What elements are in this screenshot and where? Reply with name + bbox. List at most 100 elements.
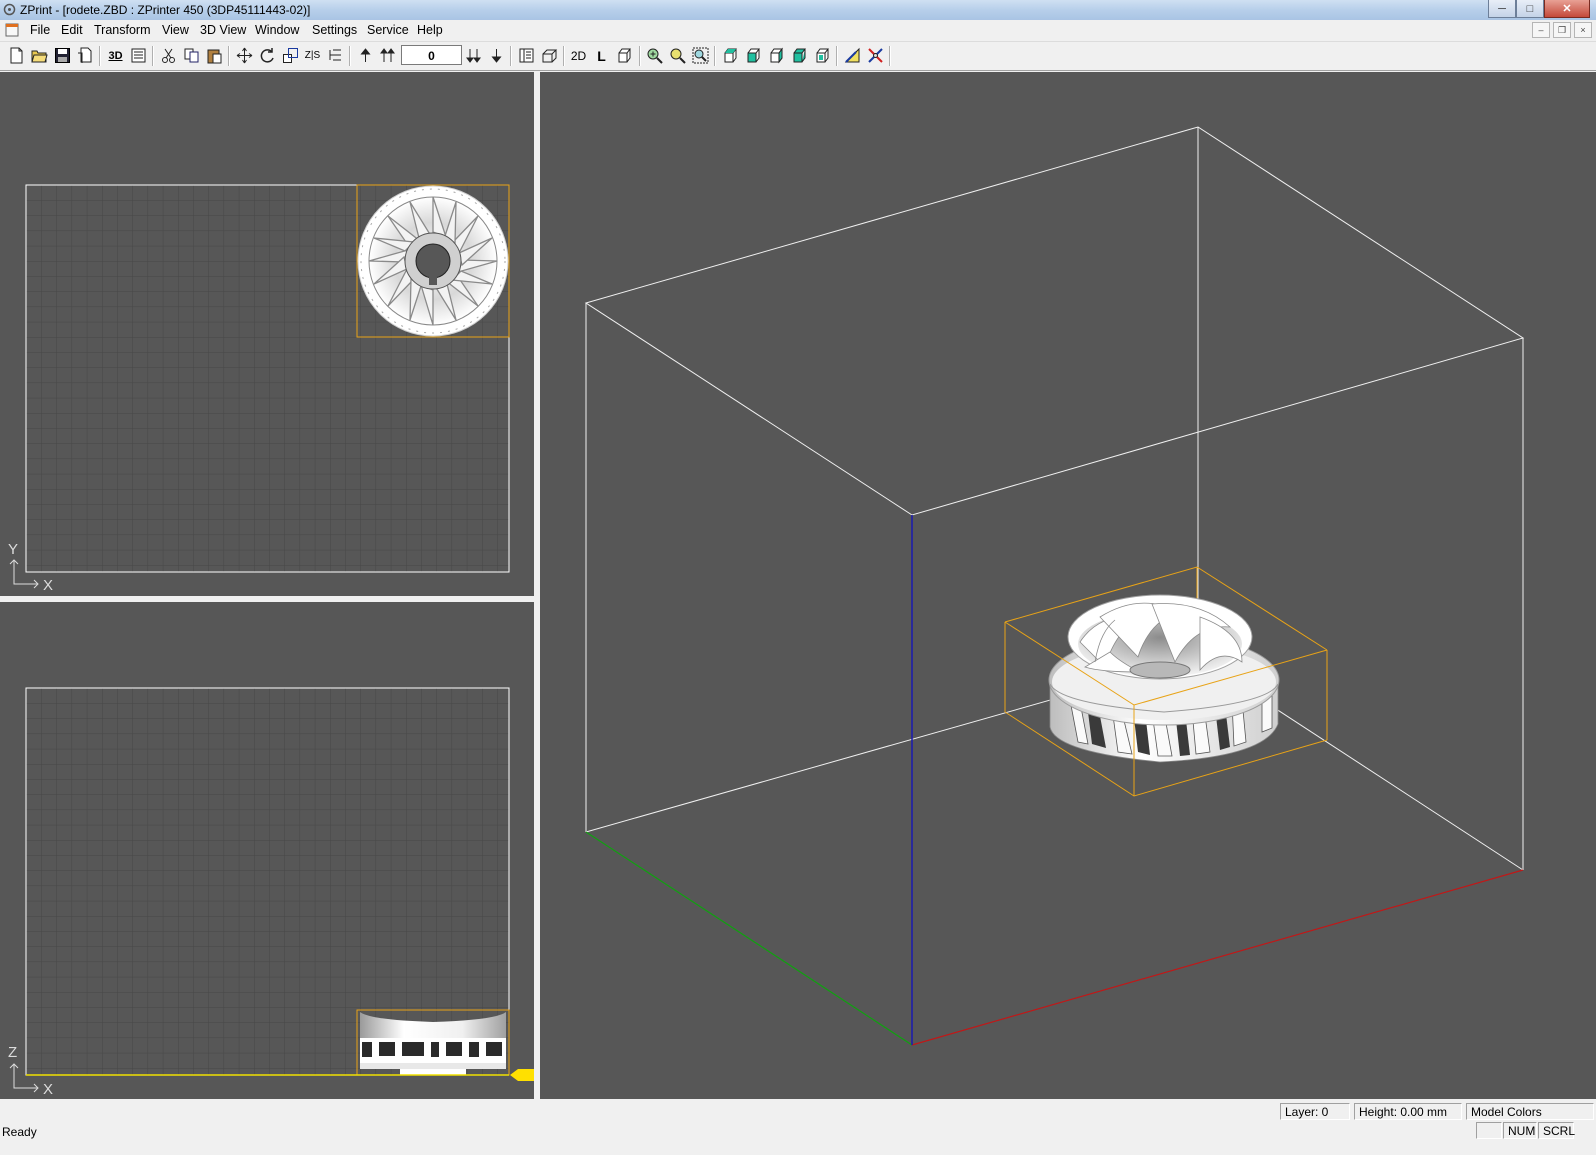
2d-label: 2D [570,48,587,63]
view-top-button[interactable] [720,45,741,66]
minimize-icon: ─ [1498,2,1506,15]
scroll-lock-indicator: SCRL [1538,1122,1575,1139]
arrow-down-icon [491,49,502,63]
zoom-fit-button[interactable] [690,45,711,66]
scale-icon [283,48,298,63]
caps-indicator [1476,1122,1502,1139]
top-view-canvas[interactable]: Y X [0,72,534,596]
menu-service[interactable]: Service [367,23,409,37]
mdi-minimize-button[interactable]: – [1532,22,1550,38]
menu-window[interactable]: Window [255,23,299,37]
tools-button[interactable] [865,45,886,66]
scale-button[interactable] [280,45,301,66]
zoom-window-icon [670,48,686,64]
layer-up-button[interactable] [355,45,376,66]
mirror-button[interactable]: Z|S [302,45,323,66]
copy-button[interactable] [181,45,202,66]
top-view-pane[interactable]: Y X [0,72,534,596]
menu-help[interactable]: Help [417,23,443,37]
scissors-icon [162,48,175,63]
window-title: ZPrint - [rodete.ZBD : ZPrinter 450 (3DP… [20,3,311,17]
3d-part-turbine[interactable] [1048,594,1280,763]
top-view-part[interactable] [357,185,509,337]
menu-settings[interactable]: Settings [312,23,357,37]
2d-view-button[interactable]: 2D [568,45,589,66]
mdi-close-icon: × [1580,25,1586,35]
cube-all-views-icon [816,48,829,63]
open-file-button[interactable] [29,45,50,66]
measure-button[interactable] [842,45,863,66]
rotate-button[interactable] [257,45,278,66]
zoom-in-icon [647,48,663,64]
build-volume-wireframe [584,126,1525,871]
layout-sheet-icon [519,48,534,63]
status-message: Ready [2,1125,37,1139]
translate-button[interactable] [234,45,255,66]
paste-clipboard-icon [207,49,222,64]
open-folder-icon [31,50,48,63]
num-lock-indicator: NUM [1503,1122,1537,1139]
mdi-close-button[interactable]: × [1574,22,1592,38]
front-build-volume [25,687,510,1076]
build-settings-button[interactable] [128,45,149,66]
zs-label: Z|S [304,50,321,61]
save-button[interactable] [52,45,73,66]
layer-down-button[interactable] [486,45,507,66]
paste-button[interactable] [204,45,225,66]
save-as-button[interactable] [75,45,96,66]
label-button[interactable]: L [591,45,612,66]
close-window-button[interactable]: ✕ [1544,0,1590,18]
layer-bottom-button[interactable] [463,45,484,66]
box-icon [542,49,558,63]
3d-object-button[interactable] [614,45,635,66]
layout-button[interactable] [516,45,537,66]
mdi-restore-button[interactable]: ❐ [1553,22,1571,38]
new-file-icon [10,47,23,64]
view-iso-button[interactable] [789,45,810,66]
cube-iso-view-icon [793,48,806,63]
y-axis-line [585,831,913,1046]
view-side-button[interactable] [766,45,787,66]
3d-button[interactable]: 3D [105,45,126,66]
layer-top-button[interactable] [377,45,398,66]
measure-triangle-icon [844,47,860,63]
save-disk-icon [55,48,70,63]
zprint-app-icon [3,3,16,16]
menu-3d-view[interactable]: 3D View [200,23,246,37]
title-bar: ZPrint - [rodete.ZBD : ZPrinter 450 (3DP… [0,0,1596,20]
status-bar: Ready Layer: 0 Height: 0.00 mm Model Col… [0,1101,1596,1155]
front-view-pane[interactable]: Z X [0,602,534,1099]
document-icon[interactable] [4,23,20,37]
cut-button[interactable] [158,45,179,66]
settings-list-icon [131,48,146,63]
tools-wrench-icon [868,48,883,63]
maximize-window-button[interactable]: □ [1516,0,1544,18]
y-axis-label: Y [8,541,18,558]
front-view-canvas[interactable]: Z X [0,602,534,1099]
zoom-fit-icon [692,47,709,64]
mdi-minimize-icon: – [1538,25,1544,35]
x-axis-label: X [43,577,53,594]
view-all-button[interactable] [812,45,833,66]
bounding-box-button[interactable] [539,45,560,66]
minimize-window-button[interactable]: ─ [1488,0,1516,18]
align-button[interactable] [325,45,346,66]
3d-view-canvas[interactable] [540,72,1596,1099]
cube-top-view-icon [724,48,737,63]
zoom-window-button[interactable] [667,45,688,66]
layer-number-input[interactable]: 0 [401,45,462,65]
menu-transform[interactable]: Transform [94,23,151,37]
menu-view[interactable]: View [162,23,189,37]
layer-slider-handle[interactable] [510,1069,534,1081]
layer-indicator: Layer: 0 [1280,1103,1350,1120]
menu-file[interactable]: File [30,23,50,37]
new-file-button[interactable] [6,45,27,66]
menu-edit[interactable]: Edit [61,23,83,37]
3d-label: 3D [108,49,123,62]
cube-front-view-icon [747,48,760,63]
3d-view-pane[interactable] [540,72,1596,1099]
zoom-in-button[interactable] [644,45,665,66]
double-arrow-up-icon [380,48,395,62]
view-front-button[interactable] [743,45,764,66]
move-arrows-icon [236,47,253,64]
